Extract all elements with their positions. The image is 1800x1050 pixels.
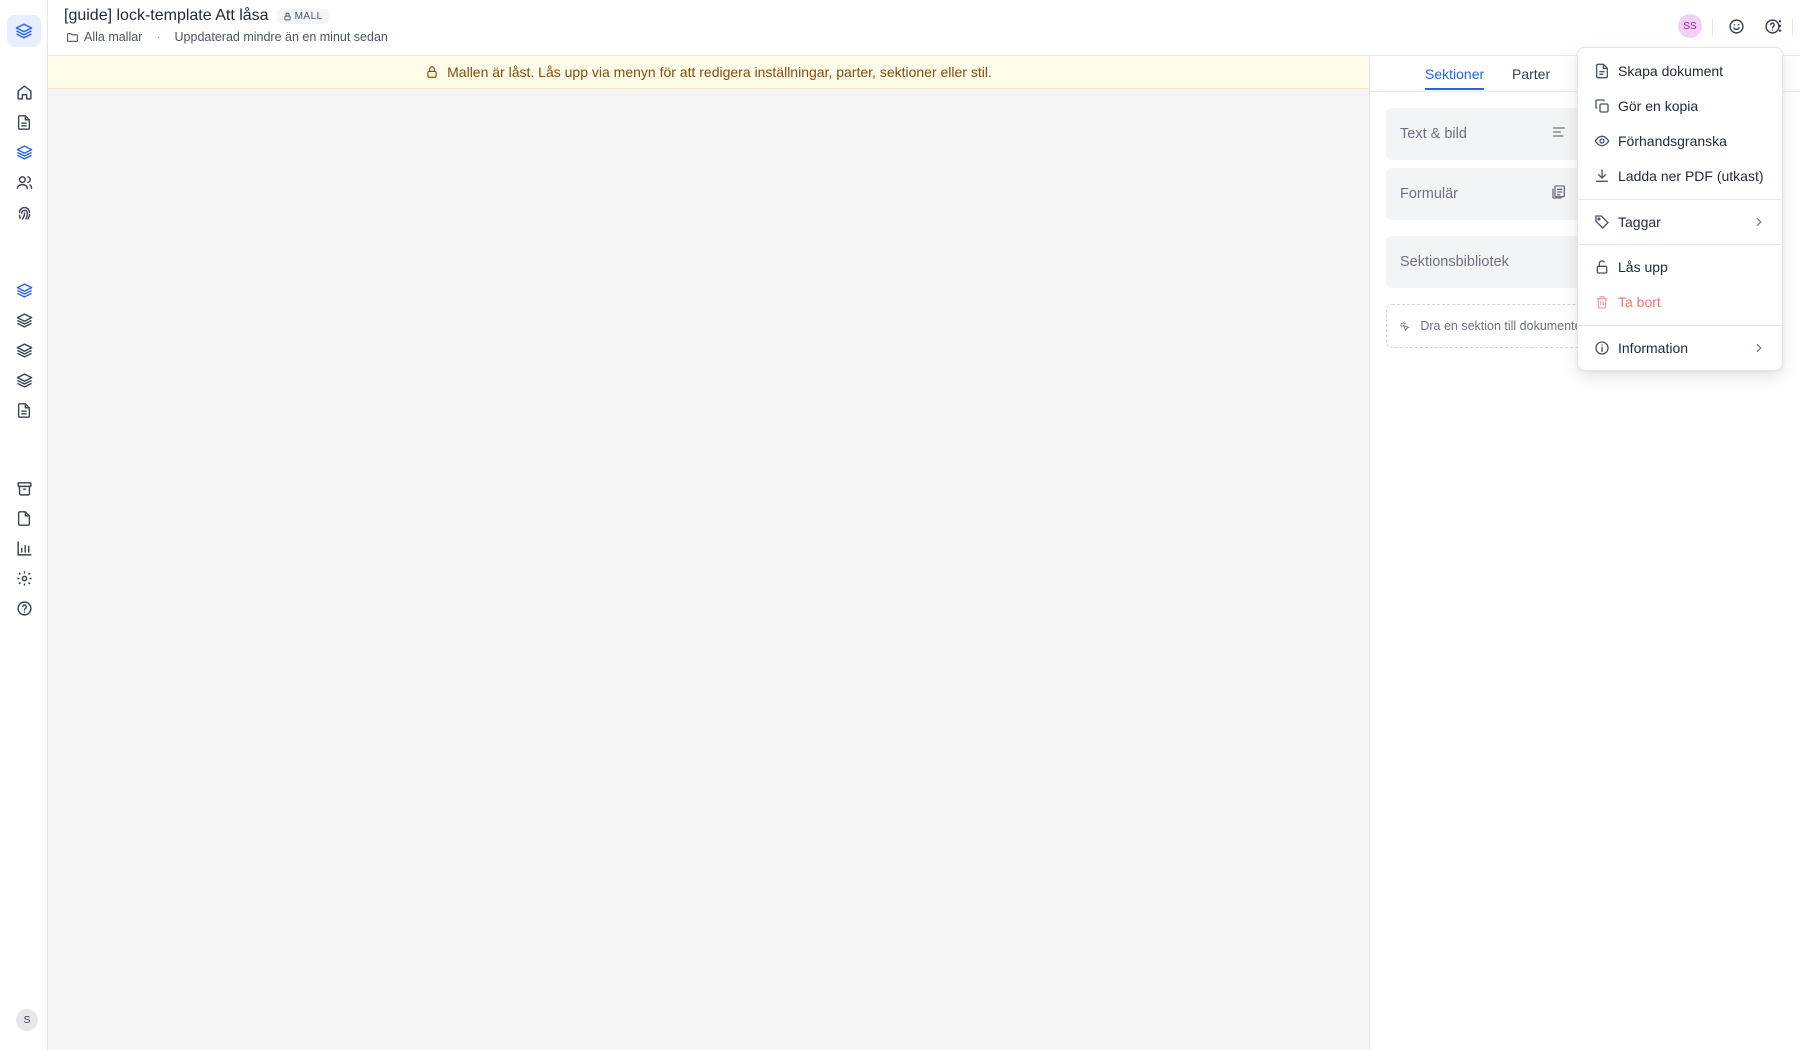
chevron-right-icon [1752,215,1766,229]
document-icon [1594,63,1610,79]
templates-icon[interactable] [14,142,34,162]
menu-item-label: Lås upp [1618,259,1668,275]
menu-item-information[interactable]: Information [1578,332,1782,364]
menu-item-unlock[interactable]: Lås upp [1578,251,1782,283]
menu-item-create-document[interactable]: Skapa dokument [1578,55,1782,87]
layers-icon[interactable] [14,370,34,390]
fingerprint-icon[interactable] [14,202,34,222]
layers-icon[interactable] [14,340,34,360]
drop-hint: Dra en sektion till dokumentet [1386,304,1586,348]
user-avatar-ss[interactable]: SS [1678,14,1702,38]
document-canvas [48,89,1369,1050]
app-logo-icon[interactable] [7,15,41,47]
section-card-form[interactable]: Formulär [1386,168,1586,220]
menu-item-label: Ta bort [1618,294,1661,310]
section-card-text-image[interactable]: Text & bild [1386,108,1586,160]
contacts-icon[interactable] [14,172,34,192]
download-icon [1594,168,1610,184]
drop-hint-text: Dra en sektion till dokumentet [1420,319,1585,333]
page-header: [guide] lock-template Att låsa MALL Alla… [48,0,1800,56]
menu-item-preview[interactable]: Förhandsgranska [1578,125,1782,157]
section-card-label: Formulär [1400,186,1459,202]
eye-icon [1594,133,1610,149]
tab-parter[interactable]: Parter [1512,66,1550,88]
user-avatar[interactable]: S [16,1009,38,1031]
menu-divider [1578,244,1782,245]
menu-item-label: Förhandsgranska [1618,133,1727,149]
settings-icon[interactable] [14,568,34,588]
home-icon[interactable] [14,82,34,102]
align-left-icon [1551,124,1567,140]
file-icon[interactable] [14,508,34,528]
documents-icon[interactable] [14,112,34,132]
locked-banner-text: Mallen är låst. Lås upp via menyn för at… [447,64,992,80]
header-divider [1792,18,1793,36]
feedback-icon[interactable] [1726,16,1746,36]
menu-item-label: Ladda ner PDF (utkast) [1618,168,1764,184]
section-card-label: Sektionsbibliotek [1400,254,1509,270]
layers-icon[interactable] [14,280,34,300]
menu-item-label: Information [1618,340,1689,356]
menu-divider [1578,199,1782,200]
menu-item-download-pdf[interactable]: Ladda ner PDF (utkast) [1578,160,1782,192]
archive-icon[interactable] [14,478,34,498]
trash-icon [1594,294,1610,310]
more-menu-dropdown: Skapa dokument Gör en kopia Förhandsgran… [1577,47,1783,371]
tab-sektioner[interactable]: Sektioner [1425,66,1485,90]
section-card-library[interactable]: Sektionsbibliotek [1386,236,1586,288]
help-icon[interactable] [14,598,34,618]
layers-icon[interactable] [14,310,34,330]
menu-item-label: Gör en kopia [1618,98,1699,114]
header-divider [1712,18,1713,36]
chart-icon[interactable] [14,538,34,558]
chevron-right-icon [1752,341,1766,355]
menu-item-label: Taggar [1618,214,1661,230]
drag-pointer-icon [1399,321,1410,331]
menu-item-tags[interactable]: Taggar [1578,206,1782,238]
lock-icon [427,66,437,78]
locked-banner: Mallen är låst. Lås upp via menyn för at… [48,56,1369,89]
menu-divider [1578,325,1782,326]
info-icon [1594,340,1610,356]
form-icon [1551,184,1567,200]
more-menu-icon[interactable] [1770,16,1790,36]
sidebar: S [0,0,48,1050]
section-card-label: Text & bild [1400,126,1467,142]
tag-icon [1594,214,1610,230]
unlock-icon [1594,259,1610,275]
menu-item-make-copy[interactable]: Gör en kopia [1578,90,1782,122]
menu-item-delete[interactable]: Ta bort [1578,286,1782,318]
menu-item-label: Skapa dokument [1618,63,1724,79]
copy-icon [1594,98,1610,114]
document-icon[interactable] [14,400,34,420]
